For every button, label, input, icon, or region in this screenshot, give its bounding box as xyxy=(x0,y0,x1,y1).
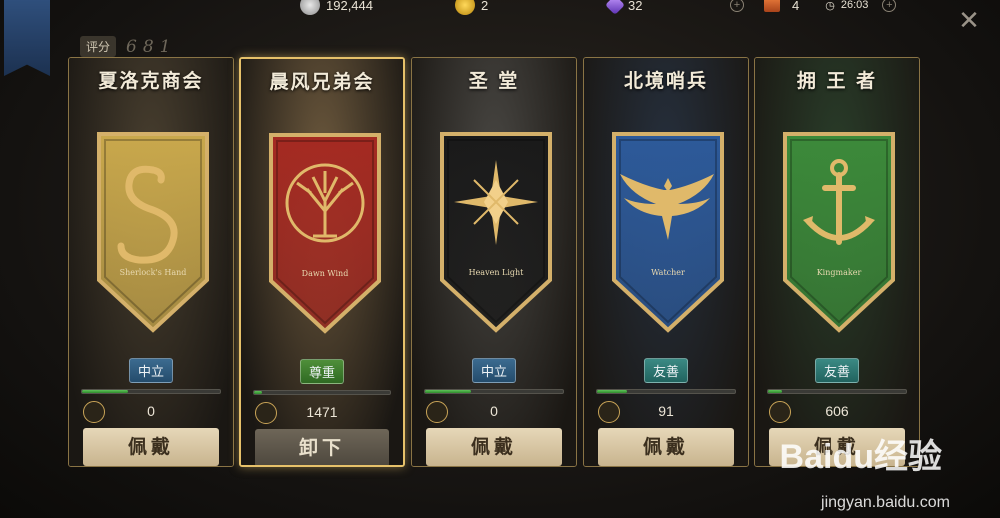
reputation-progress xyxy=(81,389,221,394)
gem-resource: 32 xyxy=(605,0,643,15)
reputation-progress xyxy=(767,389,907,394)
ticket-icon xyxy=(764,0,780,12)
guild-banner-icon[interactable] xyxy=(4,0,50,76)
faction-name: 拥 王 者 xyxy=(796,70,878,92)
silver-resource: 192,444 xyxy=(300,0,373,15)
emblem-caption: Kingmaker xyxy=(817,268,862,277)
gold-amount: 2 xyxy=(481,0,489,13)
faction-card[interactable]: 夏洛克商会 Sherlock's Hand 中立 0 佩戴 xyxy=(68,57,234,467)
relationship-badge: 中立 xyxy=(128,358,174,383)
ticket-resource: + 4 ◷ 26:03 + xyxy=(730,0,897,14)
silver-coin-icon xyxy=(300,0,320,15)
reputation-row: 0 xyxy=(83,401,219,423)
faction-name: 北境哨兵 xyxy=(623,70,708,92)
faction-banner: Sherlock's Hand xyxy=(97,132,209,333)
ticket-amount: 4 xyxy=(792,0,800,13)
relationship-badge: 尊重 xyxy=(299,359,345,384)
baidu-watermark: Baidu经验 xyxy=(779,438,942,476)
faction-card[interactable]: 圣 堂 Heaven Light 中立 0 佩戴 xyxy=(411,57,577,467)
faction-name: 夏洛克商会 xyxy=(98,70,204,92)
reputation-value: 91 xyxy=(658,403,674,419)
faction-card[interactable]: 拥 王 者 Kingmaker 友善 606 佩戴 xyxy=(754,57,920,467)
rating: 评分 681 xyxy=(80,36,176,57)
gem-icon xyxy=(605,0,625,15)
reputation-row: 91 xyxy=(598,401,734,423)
silver-amount: 192,444 xyxy=(326,0,373,13)
faction-banner: Dawn Wind xyxy=(269,133,381,334)
faction-banner: Kingmaker xyxy=(783,132,895,333)
reputation-value: 0 xyxy=(147,403,155,419)
close-icon[interactable]: ✕ xyxy=(956,8,982,34)
reputation-row: 606 xyxy=(769,401,905,423)
reputation-row: 0 xyxy=(426,401,562,423)
reputation-value: 606 xyxy=(825,403,849,419)
timer-text: 26:03 xyxy=(840,0,869,11)
reputation-progress xyxy=(596,389,736,394)
reputation-value: 0 xyxy=(490,403,498,419)
add-gem-icon[interactable]: + xyxy=(730,0,744,12)
faction-banner: Watcher xyxy=(612,132,724,333)
emblem-caption: Watcher xyxy=(651,268,685,277)
reputation-progress xyxy=(424,389,564,394)
emblem-caption: Heaven Light xyxy=(469,268,525,277)
rating-label: 评分 xyxy=(80,36,117,57)
gold-resource: 2 xyxy=(455,0,489,15)
faction-card[interactable]: 北境哨兵 Watcher 友善 91 佩戴 xyxy=(583,57,749,467)
faction-name: 晨风兄弟会 xyxy=(269,71,375,93)
resource-bar: 192,444 2 32 + 4 ◷ 26:03 + xyxy=(280,0,940,15)
emblem-caption: Sherlock's Hand xyxy=(120,268,187,277)
emblem-caption: Dawn Wind xyxy=(302,269,349,278)
unequip-button[interactable]: 卸下 xyxy=(255,429,389,465)
relationship-badge: 友善 xyxy=(814,358,860,383)
gem-amount: 32 xyxy=(628,0,643,13)
equip-button[interactable]: 佩戴 xyxy=(598,428,734,466)
equip-button[interactable]: 佩戴 xyxy=(83,428,219,466)
add-ticket-icon[interactable]: + xyxy=(882,0,897,12)
rating-value: 681 xyxy=(126,36,177,57)
reputation-value: 1471 xyxy=(306,404,338,420)
equip-button[interactable]: 佩戴 xyxy=(426,428,562,466)
faction-name: 圣 堂 xyxy=(468,70,520,92)
relationship-badge: 友善 xyxy=(643,358,689,383)
relationship-badge: 中立 xyxy=(471,358,517,383)
faction-card[interactable]: 晨风兄弟会 Dawn Wind 尊重 1471 卸下 xyxy=(239,57,405,467)
clock-icon: ◷ xyxy=(825,0,835,12)
reputation-progress xyxy=(253,390,391,395)
baidu-url: jingyan.baidu.com xyxy=(821,494,950,511)
gold-coin-icon xyxy=(455,0,475,15)
faction-banner: Heaven Light xyxy=(440,132,552,333)
reputation-row: 1471 xyxy=(255,402,389,424)
